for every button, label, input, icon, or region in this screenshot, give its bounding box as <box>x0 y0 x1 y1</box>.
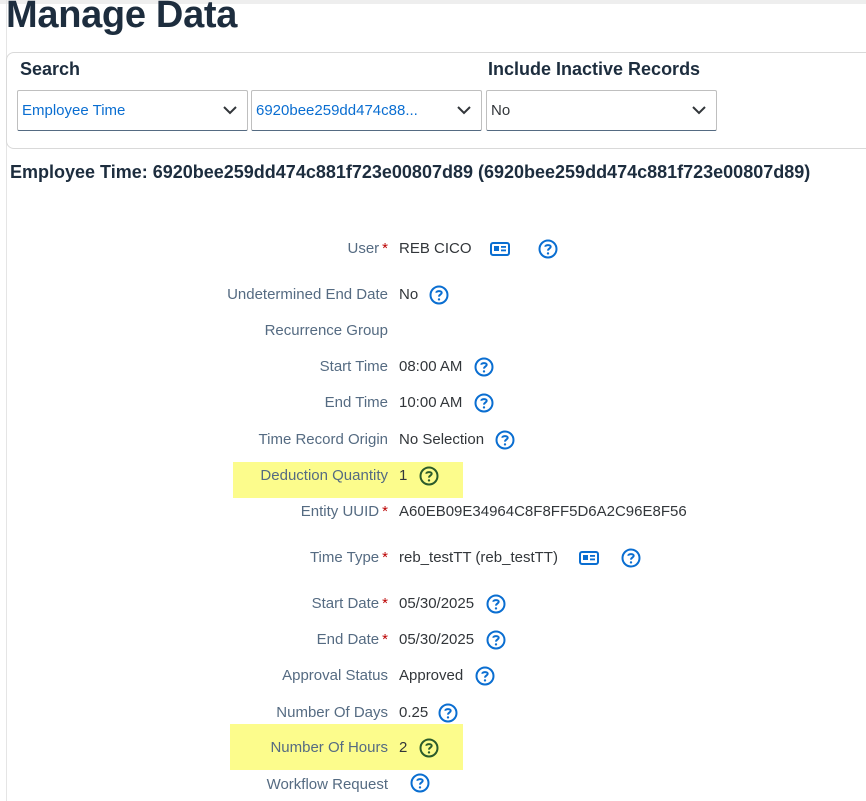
entity-uuid-value: A60EB09E34964C8F8FF5D6A2C96E8F56 <box>399 503 687 520</box>
field-label: Time Record Origin <box>258 431 388 448</box>
question-circle-icon[interactable] <box>429 285 449 305</box>
required-marker: * <box>382 595 388 612</box>
approval-status-value: Approved <box>399 667 464 684</box>
time-record-origin-value: No Selection <box>399 431 485 448</box>
question-circle-icon[interactable] <box>410 773 430 793</box>
field-row-time-type: Time Type * reb_testTT (reb_testTT) <box>0 546 866 570</box>
field-label: End Time <box>324 394 388 411</box>
field-row-user: User * REB CICO <box>0 237 866 261</box>
field-value: 05/30/2025 <box>399 628 506 652</box>
field-value: reb_testTT (reb_testTT) <box>399 546 641 570</box>
field-row-number-of-days: Number Of Days 0.25 <box>0 701 866 725</box>
field-value: No <box>399 283 449 307</box>
field-row-recurrence-group: Recurrence Group <box>0 319 866 343</box>
question-circle-icon[interactable] <box>474 357 494 377</box>
time-type-value: reb_testTT (reb_testTT) <box>399 549 558 566</box>
field-row-undetermined-end-date: Undetermined End Date No <box>0 283 866 307</box>
page-title: Manage Data <box>6 0 238 36</box>
field-row-end-time: End Time 10:00 AM <box>0 391 866 415</box>
question-circle-icon[interactable] <box>538 239 558 259</box>
field-row-start-time: Start Time 08:00 AM <box>0 355 866 379</box>
number-of-hours-value: 2 <box>399 739 408 756</box>
required-marker: * <box>382 549 388 566</box>
field-value <box>399 773 430 793</box>
field-label: Entity UUID * <box>300 503 388 520</box>
record-heading: Employee Time: 6920bee259dd474c881f723e0… <box>10 162 811 182</box>
required-marker: * <box>382 503 388 520</box>
field-label: End Date * <box>316 631 388 648</box>
question-circle-icon[interactable] <box>419 466 439 486</box>
required-marker: * <box>382 240 388 257</box>
field-value: 10:00 AM <box>399 391 494 415</box>
contact-card-icon[interactable] <box>489 241 510 257</box>
field-label: Workflow Request <box>266 776 388 793</box>
end-time-value: 10:00 AM <box>399 394 463 411</box>
question-circle-icon[interactable] <box>486 594 506 614</box>
field-row-deduction-quantity: Deduction Quantity 1 <box>0 464 866 488</box>
field-value: REB CICO <box>399 237 558 261</box>
include-inactive-value: No <box>491 102 511 119</box>
field-label: Approval Status <box>282 667 388 684</box>
number-of-days-value: 0.25 <box>399 704 429 721</box>
include-inactive-label: Include Inactive Records <box>488 59 701 79</box>
field-row-end-date: End Date * 05/30/2025 <box>0 628 866 652</box>
field-label: Deduction Quantity <box>260 467 388 484</box>
chevron-down-icon[interactable] <box>447 106 481 115</box>
field-value: 1 <box>399 464 439 488</box>
field-label: User * <box>347 240 388 257</box>
field-label: Start Date * <box>311 595 388 612</box>
entity-type-select[interactable]: Employee Time <box>17 90 248 131</box>
question-circle-icon[interactable] <box>621 548 641 568</box>
chevron-down-icon[interactable] <box>682 106 716 115</box>
undetermined-end-date-value: No <box>399 286 419 303</box>
field-row-time-record-origin: Time Record Origin No Selection <box>0 428 866 452</box>
field-value: 0.25 <box>399 701 458 725</box>
field-value: No Selection <box>399 428 515 452</box>
field-row-number-of-hours: Number Of Hours 2 <box>0 736 866 760</box>
field-value: 08:00 AM <box>399 355 494 379</box>
field-row-entity-uuid: Entity UUID * A60EB09E34964C8F8FF5D6A2C96… <box>0 500 866 524</box>
end-date-value: 05/30/2025 <box>399 631 475 648</box>
field-label: Start Time <box>319 358 388 375</box>
start-date-value: 05/30/2025 <box>399 595 475 612</box>
entity-type-value: Employee Time <box>22 102 126 119</box>
question-circle-icon[interactable] <box>419 738 439 758</box>
field-value: 2 <box>399 736 439 760</box>
record-value: 6920bee259dd474c88... <box>256 102 418 119</box>
field-label: Number Of Days <box>276 704 388 721</box>
field-row-approval-status: Approval Status Approved <box>0 664 866 688</box>
deduction-quantity-value: 1 <box>399 467 408 484</box>
include-inactive-select[interactable]: No <box>486 90 717 131</box>
question-circle-icon[interactable] <box>438 703 458 723</box>
question-circle-icon[interactable] <box>495 430 515 450</box>
field-value: A60EB09E34964C8F8FF5D6A2C96E8F56 <box>399 500 687 524</box>
field-value: 05/30/2025 <box>399 592 506 616</box>
record-select[interactable]: 6920bee259dd474c88... <box>251 90 482 131</box>
question-circle-icon[interactable] <box>486 630 506 650</box>
user-value: REB CICO <box>399 240 472 257</box>
field-label: Number Of Hours <box>270 739 388 756</box>
field-label: Recurrence Group <box>264 322 388 339</box>
contact-card-icon[interactable] <box>578 550 599 566</box>
required-marker: * <box>382 631 388 648</box>
field-value: Approved <box>399 664 495 688</box>
field-label: Undetermined End Date <box>227 286 388 303</box>
search-label: Search <box>20 59 81 79</box>
chevron-down-icon[interactable] <box>213 106 247 115</box>
field-label: Time Type * <box>309 549 388 566</box>
field-row-workflow-request: Workflow Request <box>0 773 866 797</box>
start-time-value: 08:00 AM <box>399 358 463 375</box>
field-row-start-date: Start Date * 05/30/2025 <box>0 592 866 616</box>
question-circle-icon[interactable] <box>474 393 494 413</box>
question-circle-icon[interactable] <box>475 666 495 686</box>
